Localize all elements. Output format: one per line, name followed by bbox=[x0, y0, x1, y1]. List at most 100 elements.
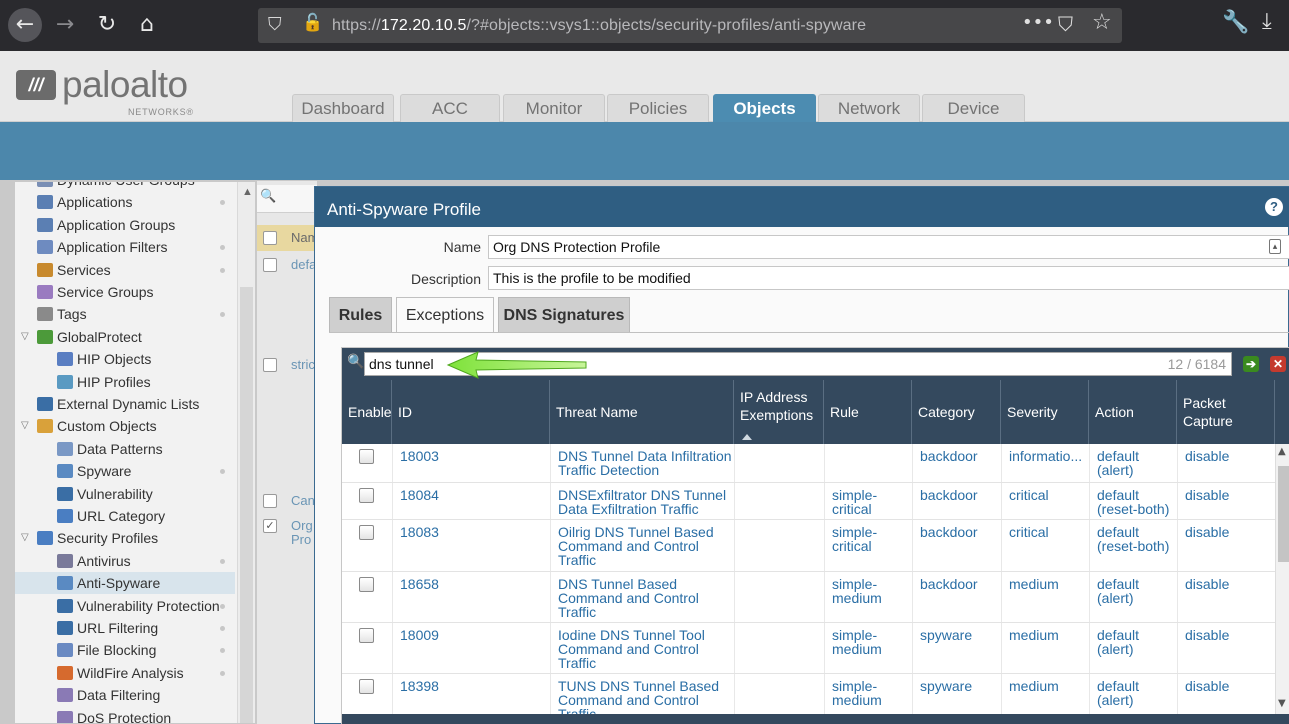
row-checkbox[interactable] bbox=[263, 494, 277, 508]
enable-checkbox[interactable] bbox=[359, 679, 374, 694]
tree-item-external-dynamic-lists[interactable]: External Dynamic Lists bbox=[37, 393, 199, 415]
column-header-category[interactable]: Category bbox=[912, 380, 1001, 444]
tree-item-dos-protection[interactable]: DoS Protection bbox=[57, 707, 171, 723]
tree-item-vulnerability-protection[interactable]: Vulnerability Protection bbox=[57, 595, 220, 617]
expand-icon[interactable]: ▽ bbox=[21, 326, 29, 348]
tree-item-hip-profiles[interactable]: HIP Profiles bbox=[57, 371, 151, 393]
table-row[interactable] bbox=[342, 572, 1275, 623]
tree-item-service-groups[interactable]: Service Groups bbox=[37, 281, 153, 303]
list-item[interactable]: defa bbox=[257, 258, 317, 272]
tab-network[interactable]: Network bbox=[818, 94, 920, 123]
tree-item-tags[interactable]: Tags bbox=[37, 303, 87, 325]
back-icon[interactable]: ← bbox=[8, 8, 42, 42]
tree-item-globalprotect[interactable]: ▽ GlobalProtect bbox=[21, 326, 142, 348]
tree-scrollbar[interactable]: ▲ bbox=[237, 182, 255, 723]
row-checkbox[interactable] bbox=[263, 258, 277, 272]
tab-exceptions[interactable]: Exceptions bbox=[396, 297, 494, 333]
table-row[interactable] bbox=[342, 444, 1275, 483]
enable-checkbox[interactable] bbox=[359, 628, 374, 643]
description-field[interactable]: This is the profile to be modified bbox=[488, 266, 1289, 290]
sort-ascending-icon[interactable] bbox=[742, 434, 752, 440]
column-header-id[interactable]: ID bbox=[392, 380, 550, 444]
tree-item-application-filters[interactable]: Application Filters bbox=[37, 236, 168, 258]
column-header-rule[interactable]: Rule bbox=[824, 380, 912, 444]
apply-filter-icon[interactable]: ➔ bbox=[1243, 356, 1259, 372]
select-all-checkbox[interactable] bbox=[263, 231, 277, 245]
row-checkbox[interactable]: ✓ bbox=[263, 519, 277, 533]
tree-item-custom-objects[interactable]: ▽ Custom Objects bbox=[21, 415, 157, 437]
tree-item-antivirus[interactable]: Antivirus bbox=[57, 550, 131, 572]
list-item[interactable]: Can bbox=[257, 494, 317, 508]
tree-item-vulnerability[interactable]: Vulnerability bbox=[57, 483, 153, 505]
tree-item-anti-spyware[interactable]: Anti-Spyware bbox=[15, 572, 235, 594]
table-row[interactable] bbox=[342, 483, 1275, 520]
address-bar[interactable]: ⛉ 🔓 https://172.20.10.5/?#objects::vsys1… bbox=[258, 8, 1122, 43]
tree-item-hip-objects[interactable]: HIP Objects bbox=[57, 348, 151, 370]
list-search[interactable]: 🔍 bbox=[257, 185, 317, 213]
enable-checkbox[interactable] bbox=[359, 488, 374, 503]
expand-icon[interactable]: ▽ bbox=[21, 415, 29, 437]
more-icon[interactable]: ••• bbox=[1022, 12, 1054, 33]
document-icon[interactable]: ▴ bbox=[1269, 239, 1281, 254]
column-header-packet-capture[interactable]: Packet Capture bbox=[1177, 380, 1275, 444]
expand-icon[interactable]: ▽ bbox=[21, 527, 29, 549]
tab-dashboard[interactable]: Dashboard bbox=[292, 94, 394, 123]
list-item[interactable]: stric bbox=[257, 358, 317, 372]
url-text[interactable]: https://172.20.10.5/?#objects::vsys1::ob… bbox=[332, 17, 866, 35]
star-icon[interactable]: ☆ bbox=[1092, 10, 1112, 35]
tab-policies[interactable]: Policies bbox=[607, 94, 709, 123]
tab-rules[interactable]: Rules bbox=[329, 297, 392, 333]
lock-warning-icon[interactable]: 🔓 bbox=[302, 13, 323, 33]
enable-checkbox[interactable] bbox=[359, 577, 374, 592]
column-header-severity[interactable]: Severity bbox=[1001, 380, 1089, 444]
scroll-down-icon[interactable]: ▼ bbox=[1278, 698, 1286, 709]
tree-item-security-profiles[interactable]: ▽ Security Profiles bbox=[21, 527, 158, 549]
exceptions-scrollbar[interactable]: ▲ ▼ bbox=[1275, 444, 1289, 714]
wrench-icon[interactable]: 🔧 bbox=[1222, 10, 1249, 35]
pocket-icon[interactable]: ⛉ bbox=[1058, 12, 1073, 36]
list-item[interactable]: ✓ Org Pro bbox=[257, 519, 317, 547]
exceptions-scroll-thumb[interactable] bbox=[1278, 466, 1289, 562]
row-checkbox[interactable] bbox=[263, 358, 277, 372]
home-icon[interactable]: ⌂ bbox=[130, 8, 164, 42]
enable-checkbox[interactable] bbox=[359, 449, 374, 464]
tree-item-url-filtering[interactable]: URL Filtering bbox=[57, 617, 158, 639]
tree-item-url-category[interactable]: URL Category bbox=[57, 505, 165, 527]
tree-scroll-thumb[interactable] bbox=[240, 287, 253, 723]
shield-icon[interactable]: ⛉ bbox=[268, 14, 282, 35]
column-header-threat-name[interactable]: Threat Name bbox=[550, 380, 734, 444]
column-header-action[interactable]: Action bbox=[1089, 380, 1177, 444]
tree-item-applications[interactable]: Applications bbox=[37, 191, 133, 213]
service-icon bbox=[37, 263, 53, 277]
help-icon[interactable]: ? bbox=[1265, 198, 1283, 216]
tab-device[interactable]: Device bbox=[922, 94, 1025, 123]
tab-acc[interactable]: ACC bbox=[400, 94, 500, 123]
tree-item-services[interactable]: Services bbox=[37, 259, 111, 281]
tree-item-application-groups[interactable]: Application Groups bbox=[37, 214, 175, 236]
column-header-enable[interactable]: Enable bbox=[342, 380, 392, 444]
download-icon[interactable]: ⤓ bbox=[1262, 9, 1272, 34]
tree-item-dynamic-user-groups[interactable]: Dynamic User Groups bbox=[37, 182, 195, 191]
tab-objects[interactable]: Objects bbox=[713, 94, 816, 123]
list-item-name: Can bbox=[291, 493, 315, 508]
tree-item-spyware[interactable]: Spyware bbox=[57, 460, 131, 482]
forward-icon[interactable]: → bbox=[48, 8, 82, 42]
scroll-up-icon[interactable]: ▲ bbox=[242, 186, 253, 198]
tab-monitor[interactable]: Monitor bbox=[503, 94, 605, 123]
tree-item-label: URL Category bbox=[77, 508, 166, 524]
tree-item-data-patterns[interactable]: Data Patterns bbox=[57, 438, 163, 460]
tree-item-wildfire-analysis[interactable]: WildFire Analysis bbox=[57, 662, 184, 684]
reload-icon[interactable]: ↻ bbox=[90, 8, 124, 42]
enable-checkbox[interactable] bbox=[359, 525, 374, 540]
scroll-up-icon[interactable]: ▲ bbox=[1278, 446, 1286, 457]
list-header-name[interactable]: Nam bbox=[257, 225, 318, 251]
table-row[interactable] bbox=[342, 674, 1275, 714]
column-header-ip-address-exemptions[interactable]: IP Address Exemptions bbox=[734, 380, 824, 444]
tab-dns-signatures[interactable]: DNS Signatures bbox=[498, 297, 630, 333]
tree-item-file-blocking[interactable]: File Blocking bbox=[57, 639, 156, 661]
tree-item-data-filtering[interactable]: Data Filtering bbox=[57, 684, 160, 706]
name-field[interactable]: Org DNS Protection Profile ▴ bbox=[488, 235, 1289, 259]
table-row[interactable] bbox=[342, 520, 1275, 572]
table-row[interactable] bbox=[342, 623, 1275, 674]
clear-filter-icon[interactable]: ✕ bbox=[1270, 356, 1286, 372]
